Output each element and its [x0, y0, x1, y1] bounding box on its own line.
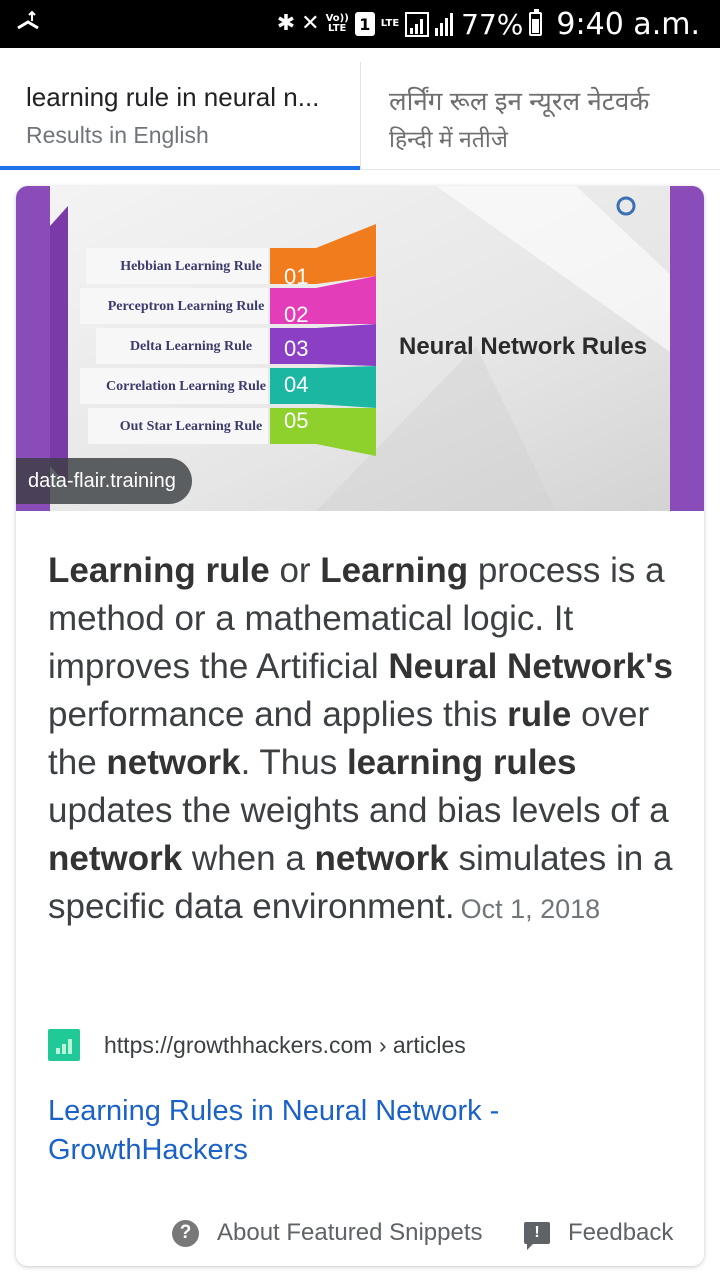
result-title-link[interactable]: Learning Rules in Neural Network - Growt… — [48, 1092, 648, 1170]
snippet-bold: Learning — [320, 551, 469, 590]
rule-label: Correlation Learning Rule — [106, 379, 266, 394]
help-icon: ? — [172, 1219, 199, 1247]
rule-number: 02 — [284, 302, 309, 327]
rule-number: 03 — [284, 336, 309, 361]
snippet-span: or — [269, 551, 321, 590]
signal-icon — [405, 12, 454, 37]
snippet-span: updates the weights and bias levels of a — [48, 791, 669, 830]
volte-label: Vo)) LTE — [325, 13, 349, 34]
battery-percent: 77% — [461, 7, 524, 41]
growthhackers-favicon-icon — [48, 1029, 80, 1061]
source-url: https://growthhackers.com › articles — [104, 1031, 466, 1058]
snippet-span: when a — [182, 839, 315, 878]
usb-notification-icon — [17, 10, 39, 30]
snippet-date: Oct 1, 2018 — [460, 894, 601, 924]
rule-label: Perceptron Learning Rule — [107, 299, 265, 314]
about-label: About Featured Snippets — [217, 1219, 483, 1246]
snippet-bold: network — [314, 839, 449, 878]
sim-badge: 1 — [354, 12, 375, 36]
image-source-chip[interactable]: data-flair.training — [16, 458, 192, 504]
bluetooth-icon: ✱ — [276, 11, 296, 36]
lte-label: LTE — [380, 18, 400, 29]
battery-icon — [529, 9, 543, 36]
snippet-bold: Neural Network's — [388, 647, 673, 686]
language-tabs: learning rule in neural n... Results in … — [0, 62, 720, 170]
feedback-button[interactable]: ! Feedback — [524, 1216, 673, 1250]
featured-snippet-card: Hebbian Learning Rule Perceptron Learnin… — [16, 186, 704, 1266]
tab-hindi-subtitle: हिन्दी में नतीजे — [389, 126, 508, 152]
snippet-span: . Thus — [240, 743, 347, 782]
snippet-bold: Learning rule — [48, 551, 270, 590]
source-row[interactable]: https://growthhackers.com › articles — [48, 1028, 466, 1062]
status-bar: ✱ ✕ Vo)) LTE 1 LTE 77% 9:40 a.m. — [0, 0, 720, 48]
rule-label: Out Star Learning Rule — [119, 419, 263, 434]
rule-number: 04 — [284, 372, 309, 397]
rule-number: 01 — [284, 264, 309, 289]
snippet-bold: learning rules — [346, 743, 577, 782]
snippet-bold: rule — [507, 695, 572, 734]
snippet-text: Learning rule or Learning process is a m… — [48, 547, 684, 933]
tab-english-title: learning rule in neural n... — [26, 82, 320, 112]
feedback-icon: ! — [524, 1222, 550, 1250]
snippet-bold: network — [48, 839, 183, 878]
featured-image[interactable]: Hebbian Learning Rule Perceptron Learnin… — [16, 186, 704, 511]
tab-english[interactable]: learning rule in neural n... Results in … — [0, 62, 360, 170]
rule-label: Hebbian Learning Rule — [120, 259, 262, 274]
tab-hindi-title: लर्निंग रूल इन न्यूरल नेटवर्क — [389, 86, 650, 116]
rule-label: Delta Learning Rule — [129, 339, 253, 354]
about-featured-snippets-button[interactable]: ? About Featured Snippets — [172, 1216, 483, 1250]
rule-number: 05 — [284, 408, 309, 433]
image-title: Neural Network Rules — [399, 333, 648, 360]
feedback-label: Feedback — [568, 1219, 674, 1246]
snippet-span: performance and applies this — [48, 695, 508, 734]
mute-icon: ✕ — [301, 11, 320, 36]
tab-english-subtitle: Results in English — [26, 122, 209, 148]
clock: 9:40 a.m. — [556, 6, 700, 42]
tab-hindi[interactable]: लर्निंग रूल इन न्यूरल नेटवर्क हिन्दी में… — [361, 62, 720, 170]
snippet-bold: network — [106, 743, 241, 782]
